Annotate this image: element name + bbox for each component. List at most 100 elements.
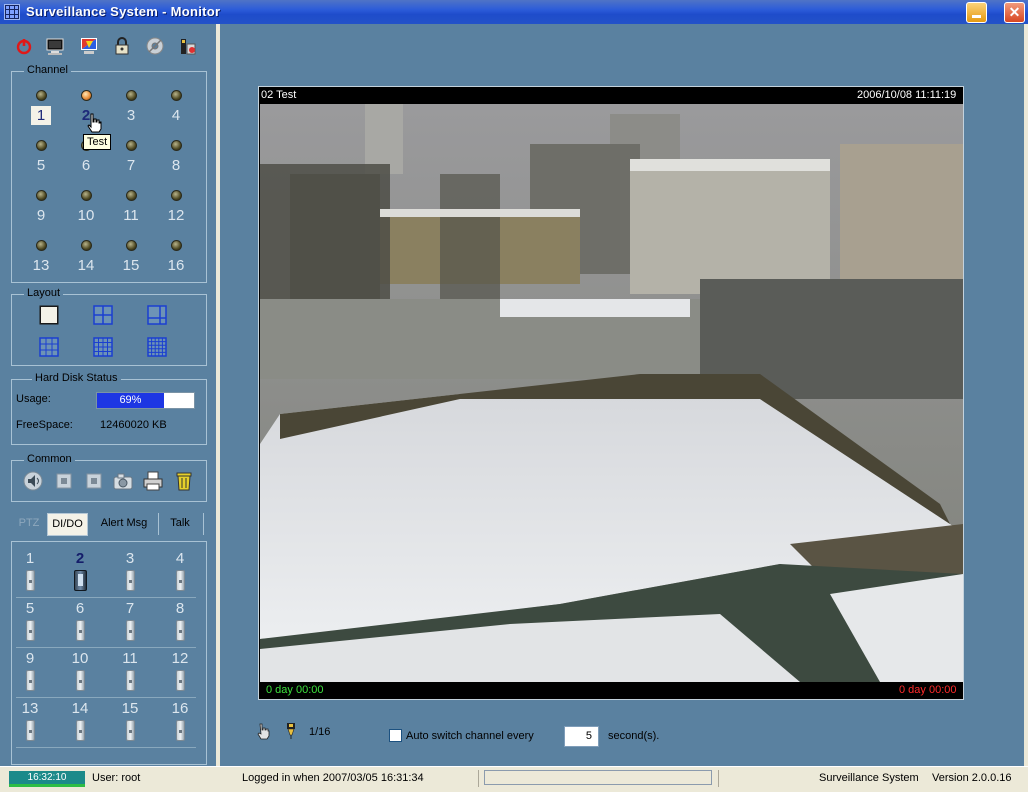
channel-10-button[interactable]: 10 [71, 190, 101, 230]
layout-5x5-button[interactable] [147, 337, 167, 357]
dido-channel-3: 3 [115, 550, 145, 596]
channel-number: 15 [122, 257, 140, 274]
dido-switch-icon[interactable] [175, 670, 185, 691]
camera-icon[interactable] [112, 470, 134, 492]
dido-divider [16, 597, 196, 598]
channel-12-button[interactable]: 12 [161, 190, 191, 230]
channel-number: 12 [167, 207, 185, 224]
stop-icon[interactable] [53, 470, 75, 492]
channel-number: 3 [126, 107, 136, 124]
status-bar: 16:32:10 User: root Logged in when 2007/… [0, 766, 1028, 792]
dido-channel-15: 15 [115, 700, 145, 746]
camera-feed-image[interactable] [260, 104, 963, 682]
dido-number: 4 [175, 550, 185, 567]
monitor-icon[interactable] [45, 36, 65, 56]
channel-led-icon [35, 90, 47, 101]
channel-5-button[interactable]: 5 [26, 140, 56, 180]
common-group-title: Common [24, 453, 75, 465]
tab-ptz[interactable]: PTZ [16, 513, 42, 536]
dido-number: 1 [25, 550, 35, 567]
tab-talk[interactable]: Talk [163, 513, 197, 536]
dido-channel-2: 2 [65, 550, 95, 596]
dido-switch-icon[interactable] [125, 670, 135, 691]
dido-switch-icon[interactable] [73, 570, 87, 591]
dido-switch-icon[interactable] [25, 620, 35, 641]
channel-number: 7 [126, 157, 136, 174]
dido-number: 6 [75, 600, 85, 617]
dido-channel-16: 16 [165, 700, 195, 746]
dido-number: 9 [25, 650, 35, 667]
dido-switch-icon[interactable] [25, 570, 35, 591]
hdd-group: Hard Disk Status [11, 372, 207, 445]
channel-led-icon [125, 190, 137, 201]
channel-led-icon [35, 140, 47, 151]
channel-7-button[interactable]: 7 [116, 140, 146, 180]
seconds-input[interactable]: 5 [564, 726, 599, 747]
channel-number: 13 [32, 257, 50, 274]
dido-switch-icon[interactable] [175, 620, 185, 641]
dido-channel-10: 10 [65, 650, 95, 696]
status-app-name: Surveillance System [819, 772, 919, 784]
close-button[interactable]: ✕ [1004, 2, 1025, 23]
hand-icon[interactable] [256, 722, 272, 740]
clock: 16:32:10 [9, 771, 85, 784]
tab-alert-msg[interactable]: Alert Msg [95, 513, 153, 536]
channel-13-button[interactable]: 13 [26, 240, 56, 280]
channel-15-button[interactable]: 15 [116, 240, 146, 280]
trash-icon[interactable] [173, 470, 195, 492]
channel-16-button[interactable]: 16 [161, 240, 191, 280]
dido-switch-icon[interactable] [75, 670, 85, 691]
status-version: Version 2.0.0.16 [932, 772, 1012, 784]
channel-8-button[interactable]: 8 [161, 140, 191, 180]
dido-switch-icon[interactable] [25, 670, 35, 691]
layout-3x3-button[interactable] [39, 337, 59, 357]
power-icon[interactable] [14, 36, 34, 56]
channel-led-icon [170, 140, 182, 151]
channel-14-button[interactable]: 14 [71, 240, 101, 280]
dido-switch-icon[interactable] [75, 620, 85, 641]
minimize-button[interactable] [966, 2, 987, 23]
layout-1plus3-button[interactable] [147, 305, 167, 325]
channel-number: 11 [123, 207, 139, 224]
channel-number: 6 [81, 157, 91, 174]
dido-number: 15 [121, 700, 139, 717]
channel-4-button[interactable]: 4 [161, 90, 191, 130]
channel-9-button[interactable]: 9 [26, 190, 56, 230]
window-title: Surveillance System - Monitor [26, 4, 221, 19]
tools-icon[interactable] [178, 36, 198, 56]
lock-icon[interactable] [112, 36, 132, 56]
layout-4x4-button[interactable] [93, 337, 113, 357]
dido-number: 7 [125, 600, 135, 617]
channel-1-button[interactable]: 1 [26, 90, 56, 130]
title-bar: Surveillance System - Monitor ✕ [0, 0, 1028, 24]
dido-switch-icon[interactable] [25, 720, 35, 741]
channel-led-icon [125, 90, 137, 101]
printer-icon[interactable] [142, 470, 164, 492]
channel-number: 8 [171, 157, 181, 174]
dido-switch-icon[interactable] [125, 570, 135, 591]
disc-icon[interactable] [145, 36, 165, 56]
hdd-group-title: Hard Disk Status [32, 372, 121, 384]
layout-2x2-button[interactable] [93, 305, 113, 325]
tab-dido[interactable]: DI/DO [47, 513, 88, 536]
video-footer-right: 0 day 00:00 [899, 684, 957, 696]
layout-1x1-button[interactable] [39, 305, 59, 325]
channel-3-button[interactable]: 3 [116, 90, 146, 130]
channel-number: 10 [77, 207, 95, 224]
dido-switch-icon[interactable] [175, 570, 185, 591]
dido-switch-icon[interactable] [175, 720, 185, 741]
freespace-label: FreeSpace: [16, 419, 73, 431]
dido-channel-12: 12 [165, 650, 195, 696]
channel-11-button[interactable]: 11 [116, 190, 146, 230]
dido-number: 11 [122, 650, 138, 667]
color-icon[interactable] [79, 36, 99, 56]
channel-tooltip: Test [83, 134, 112, 150]
pin-icon[interactable] [283, 722, 299, 740]
speaker-icon[interactable] [22, 470, 44, 492]
dido-switch-icon[interactable] [75, 720, 85, 741]
record-icon[interactable] [83, 470, 105, 492]
auto-switch-checkbox[interactable] [389, 729, 402, 742]
dido-switch-icon[interactable] [125, 620, 135, 641]
dido-switch-icon[interactable] [125, 720, 135, 741]
usage-label: Usage: [16, 393, 51, 405]
